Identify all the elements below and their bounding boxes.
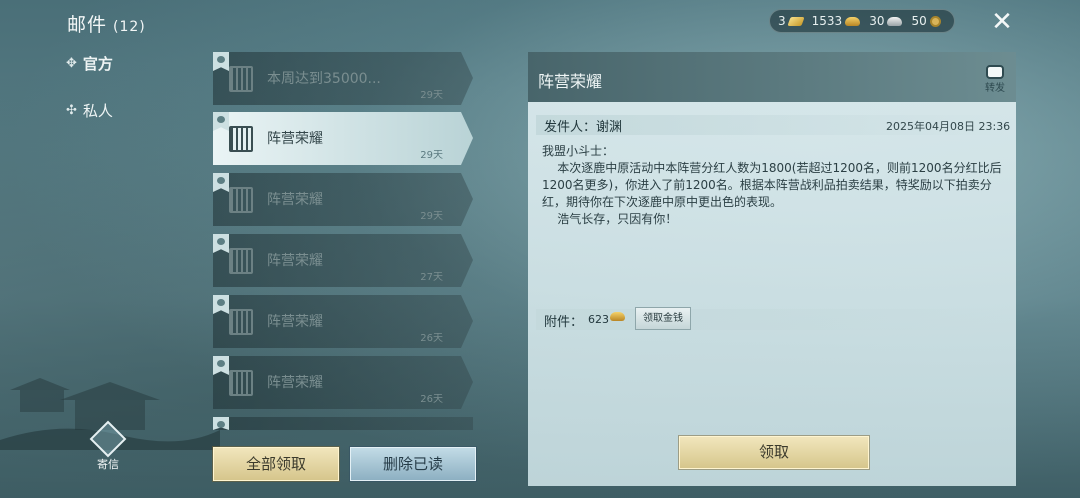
gold-bar-amount: 3 <box>778 14 786 28</box>
close-icon[interactable]: ✕ <box>988 8 1016 36</box>
mail-body: 我盟小斗士： 本次逐鹿中原活动中本阵营分红人数为1800(若超过1200名，则前… <box>542 144 1002 226</box>
mail-list-item-selected[interactable]: 阵营荣耀 29天 <box>213 112 473 165</box>
silver-ingot-amount: 30 <box>869 14 885 28</box>
bookmark-icon <box>213 234 229 253</box>
mail-count: (12) <box>113 19 146 35</box>
mail-scroll-icon <box>229 309 253 335</box>
mail-scroll-icon <box>229 126 253 152</box>
tab-official[interactable]: ✥ 官方 <box>66 53 113 74</box>
mail-list-item[interactable]: 本周达到35000... 29天 <box>213 52 473 105</box>
gold-bar-icon <box>787 16 805 26</box>
coin-amount: 50 <box>911 14 927 28</box>
mail-expiry: 27天 <box>420 272 443 283</box>
forward-button[interactable]: 转发 <box>980 65 1010 95</box>
forward-label: 转发 <box>985 83 1005 94</box>
claim-button[interactable]: 领取 <box>679 436 869 469</box>
mail-subject: 阵营荣耀 <box>267 253 323 269</box>
mail-scroll-icon <box>229 248 253 274</box>
send-mail-label: 寄信 <box>97 458 119 471</box>
take-money-button[interactable]: 领取金钱 <box>635 307 691 330</box>
tab-private[interactable]: ✣ 私人 <box>66 100 113 121</box>
mail-list-item[interactable]: 阵营荣耀 29天 <box>213 173 473 226</box>
silver-ingot-icon <box>887 16 903 26</box>
diamond-icon: ✣ <box>66 103 77 118</box>
bookmark-icon <box>213 356 229 375</box>
mail-scroll-icon <box>229 370 253 396</box>
gold-ingot-icon <box>845 16 861 26</box>
mail-expiry: 26天 <box>420 394 443 405</box>
tab-official-label: 官方 <box>82 55 113 73</box>
coin-icon <box>929 15 941 27</box>
currency-bar: 3 1533 30 50 <box>769 9 955 33</box>
tab-private-label: 私人 <box>82 102 113 120</box>
bookmark-icon <box>213 417 229 430</box>
gold-ingot-amount: 1533 <box>811 14 843 28</box>
mail-expiry: 26天 <box>420 333 443 344</box>
mail-expiry: 29天 <box>420 150 443 161</box>
bookmark-icon <box>213 52 229 71</box>
forward-icon <box>986 65 1004 79</box>
attachment-label: 附件： <box>544 315 584 330</box>
attachment-amount: 623 <box>588 313 609 326</box>
mail-list-item[interactable]: 阵营荣耀 26天 <box>213 356 473 409</box>
mail-expiry: 29天 <box>420 90 443 101</box>
mail-subject: 阵营荣耀 <box>267 192 323 208</box>
mail-subject: 本周达到35000... <box>267 71 381 87</box>
mail-scroll-icon <box>229 187 253 213</box>
mail-subject: 阵营荣耀 <box>267 314 323 330</box>
mail-list-item[interactable]: 阵营荣耀 26天 <box>213 295 473 348</box>
bookmark-icon <box>213 295 229 314</box>
mail-expiry: 29天 <box>420 211 443 222</box>
mail-list-item[interactable]: 阵营荣耀 27天 <box>213 234 473 287</box>
mail-list-item-partial[interactable] <box>213 417 473 430</box>
mail-subject: 阵营荣耀 <box>267 375 323 391</box>
bookmark-icon <box>213 173 229 192</box>
mail-detail-title: 阵营荣耀 <box>538 72 603 91</box>
mail-subject: 阵营荣耀 <box>267 131 323 147</box>
delete-read-button[interactable]: 删除已读 <box>350 447 476 481</box>
claim-all-button[interactable]: 全部领取 <box>213 447 339 481</box>
mail-date: 2025年04月08日 23:36 <box>886 120 1011 133</box>
send-mail-button[interactable]: 寄信 <box>86 420 130 472</box>
page-title-text: 邮件 <box>67 14 108 36</box>
page-title: 邮件 (12) <box>67 10 146 37</box>
mail-scroll-icon <box>229 66 253 92</box>
diamond-icon: ✥ <box>66 56 77 71</box>
quill-icon <box>89 420 127 458</box>
bookmark-icon <box>213 112 229 131</box>
mail-sender: 发件人：谢渊 <box>544 120 623 135</box>
gold-ingot-icon <box>610 312 625 321</box>
